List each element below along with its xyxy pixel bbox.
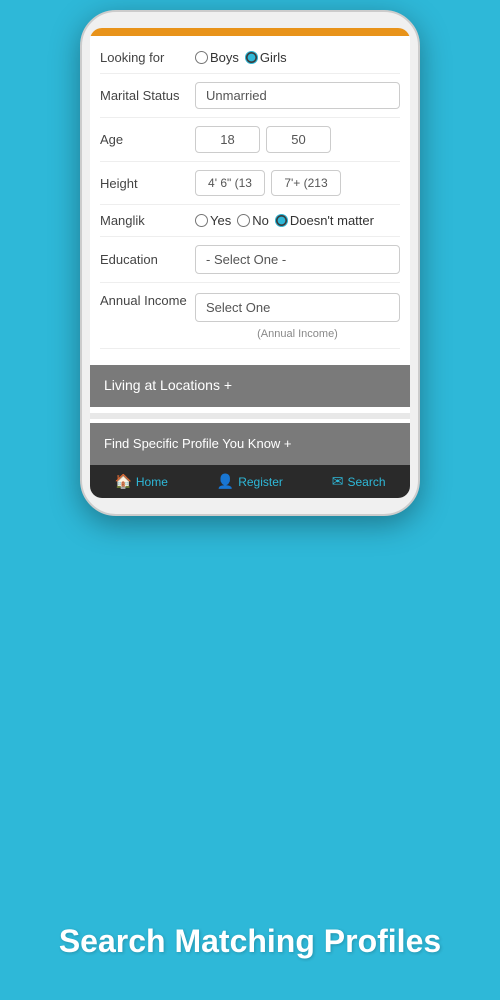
education-label: Education bbox=[100, 252, 195, 267]
height-inputs: 4' 6" (13 7'+ (213 bbox=[195, 170, 341, 196]
phone-frame: Looking for Boys Girls Marital bbox=[80, 10, 420, 516]
manglik-no-radio[interactable] bbox=[237, 214, 250, 227]
annual-income-sub: (Annual Income) bbox=[195, 328, 400, 340]
marital-status-value[interactable]: Unmarried bbox=[195, 82, 400, 109]
register-icon: 👤 bbox=[217, 473, 234, 490]
girls-option[interactable]: Girls bbox=[245, 50, 287, 65]
divider bbox=[90, 413, 410, 419]
manglik-yes[interactable]: Yes bbox=[195, 213, 231, 228]
phone-wrapper: Looking for Boys Girls Marital bbox=[80, 10, 420, 516]
nav-search[interactable]: ✉ Search bbox=[332, 473, 386, 490]
boys-radio[interactable] bbox=[195, 51, 208, 64]
age-inputs: 18 50 bbox=[195, 126, 331, 153]
search-label: Search bbox=[348, 475, 386, 489]
orange-bar bbox=[90, 28, 410, 36]
education-select[interactable]: - Select One - bbox=[195, 245, 400, 274]
height-row: Height 4' 6" (13 7'+ (213 bbox=[100, 162, 400, 205]
nav-home[interactable]: 🏠 Home bbox=[114, 473, 167, 490]
manglik-doesnt-matter-radio[interactable] bbox=[275, 214, 288, 227]
find-label: Find Specific Profile You Know + bbox=[104, 436, 292, 451]
age-row: Age 18 50 bbox=[100, 118, 400, 162]
annual-income-controls: Select One (Annual Income) bbox=[195, 293, 400, 340]
register-label: Register bbox=[238, 475, 283, 489]
manglik-yes-label: Yes bbox=[210, 213, 231, 228]
education-row: Education - Select One - bbox=[100, 237, 400, 283]
marital-status-label: Marital Status bbox=[100, 88, 195, 103]
headline: Search Matching Profiles bbox=[0, 923, 500, 960]
bottom-text: Search Matching Profiles bbox=[0, 923, 500, 960]
manglik-doesnt-matter-label: Doesn't matter bbox=[290, 213, 374, 228]
education-controls: - Select One - bbox=[195, 245, 400, 274]
manglik-row: Manglik Yes No Doesn't matter bbox=[100, 205, 400, 237]
boys-label: Boys bbox=[210, 50, 239, 65]
bottom-nav: 🏠 Home 👤 Register ✉ Search bbox=[90, 465, 410, 498]
height-max[interactable]: 7'+ (213 bbox=[271, 170, 341, 196]
height-min[interactable]: 4' 6" (13 bbox=[195, 170, 265, 196]
annual-income-row: Annual Income Select One (Annual Income) bbox=[100, 283, 400, 349]
find-section[interactable]: Find Specific Profile You Know + bbox=[90, 423, 410, 465]
living-section[interactable]: Living at Locations + bbox=[90, 365, 410, 407]
girls-radio[interactable] bbox=[245, 51, 258, 64]
nav-register[interactable]: 👤 Register bbox=[217, 473, 283, 490]
home-icon: 🏠 bbox=[114, 473, 131, 490]
manglik-yes-radio[interactable] bbox=[195, 214, 208, 227]
looking-for-label: Looking for bbox=[100, 50, 195, 65]
living-label: Living at Locations + bbox=[104, 377, 232, 393]
age-min[interactable]: 18 bbox=[195, 126, 260, 153]
manglik-no[interactable]: No bbox=[237, 213, 269, 228]
girls-label: Girls bbox=[260, 50, 287, 65]
home-label: Home bbox=[136, 475, 168, 489]
marital-status-row: Marital Status Unmarried bbox=[100, 74, 400, 118]
search-icon: ✉ bbox=[332, 473, 344, 490]
manglik-doesnt-matter[interactable]: Doesn't matter bbox=[275, 213, 374, 228]
manglik-no-label: No bbox=[252, 213, 269, 228]
annual-income-select[interactable]: Select One bbox=[195, 293, 400, 322]
looking-for-row: Looking for Boys Girls bbox=[100, 42, 400, 74]
height-label: Height bbox=[100, 176, 195, 191]
looking-for-controls: Boys Girls bbox=[195, 50, 400, 65]
age-controls: 18 50 bbox=[195, 126, 400, 153]
boys-option[interactable]: Boys bbox=[195, 50, 239, 65]
height-controls: 4' 6" (13 7'+ (213 bbox=[195, 170, 400, 196]
marital-status-controls: Unmarried bbox=[195, 82, 400, 109]
phone-screen: Looking for Boys Girls Marital bbox=[90, 28, 410, 498]
form-section: Looking for Boys Girls Marital bbox=[90, 36, 410, 359]
manglik-label: Manglik bbox=[100, 213, 195, 228]
annual-income-label: Annual Income bbox=[100, 293, 195, 308]
age-label: Age bbox=[100, 132, 195, 147]
manglik-controls: Yes No Doesn't matter bbox=[195, 213, 400, 228]
age-max[interactable]: 50 bbox=[266, 126, 331, 153]
